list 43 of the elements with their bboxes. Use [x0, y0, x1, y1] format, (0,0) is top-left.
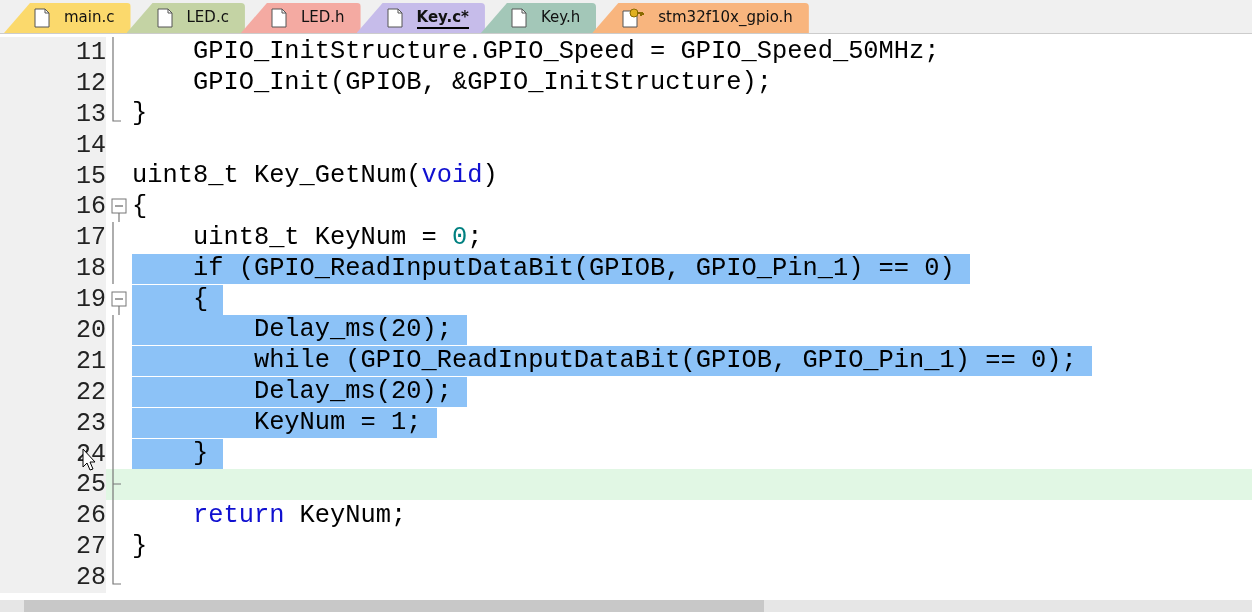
line-number: 28 [0, 562, 106, 594]
code-line: { [132, 191, 148, 222]
line-number: 12 [0, 67, 106, 99]
line-number: 22 [0, 376, 106, 408]
code-line: } [132, 99, 148, 130]
line-number: 18 [0, 253, 106, 285]
code-line: } [132, 531, 148, 562]
line-number: 17 [0, 222, 106, 254]
line-number: 23 [0, 407, 106, 439]
fold-collapse-icon[interactable] [111, 198, 127, 223]
line-number: 13 [0, 98, 106, 130]
code-line: GPIO_InitStructure.GPIO_Speed = GPIO_Speed_50MHz; [191, 37, 940, 68]
horizontal-scrollbar[interactable] [0, 600, 1252, 612]
line-number: 14 [0, 129, 106, 161]
line-number: 16 [0, 191, 106, 223]
file-icon [386, 8, 403, 28]
line-number: 11 [0, 37, 106, 68]
line-number: 19 [0, 284, 106, 315]
line-number: 20 [0, 315, 106, 346]
fold-collapse-icon[interactable] [111, 291, 127, 316]
code-line: GPIO_Init(GPIOB, &GPIO_InitStructure); [191, 68, 772, 99]
file-tab[interactable]: Key.h [480, 3, 597, 33]
fold-end-line [112, 98, 121, 122]
key-file-icon [622, 8, 645, 28]
line-number: 27 [0, 531, 106, 563]
code-line: uint8_t KeyNum = 0; [191, 222, 483, 253]
file-icon [156, 8, 173, 28]
file-tab[interactable]: stm32f10x_gpio.h [592, 3, 809, 33]
line-number: 25 [0, 469, 106, 501]
line-number: 26 [0, 500, 106, 532]
line-number: 21 [0, 345, 106, 377]
fold-end-line [112, 469, 121, 501]
line-number: 15 [0, 160, 106, 192]
file-tab[interactable]: main.c [4, 3, 131, 33]
file-tab[interactable]: Key.c* [356, 3, 485, 33]
file-tab[interactable]: LED.h [240, 3, 361, 33]
code-line: uint8_t Key_GetNum(void) [132, 161, 498, 191]
code-line: return KeyNum; [191, 500, 407, 531]
fold-end-line [112, 562, 121, 586]
file-icon [270, 8, 287, 28]
file-icon [510, 8, 527, 28]
file-tab[interactable]: LED.c [126, 3, 245, 33]
file-icon [34, 8, 50, 28]
